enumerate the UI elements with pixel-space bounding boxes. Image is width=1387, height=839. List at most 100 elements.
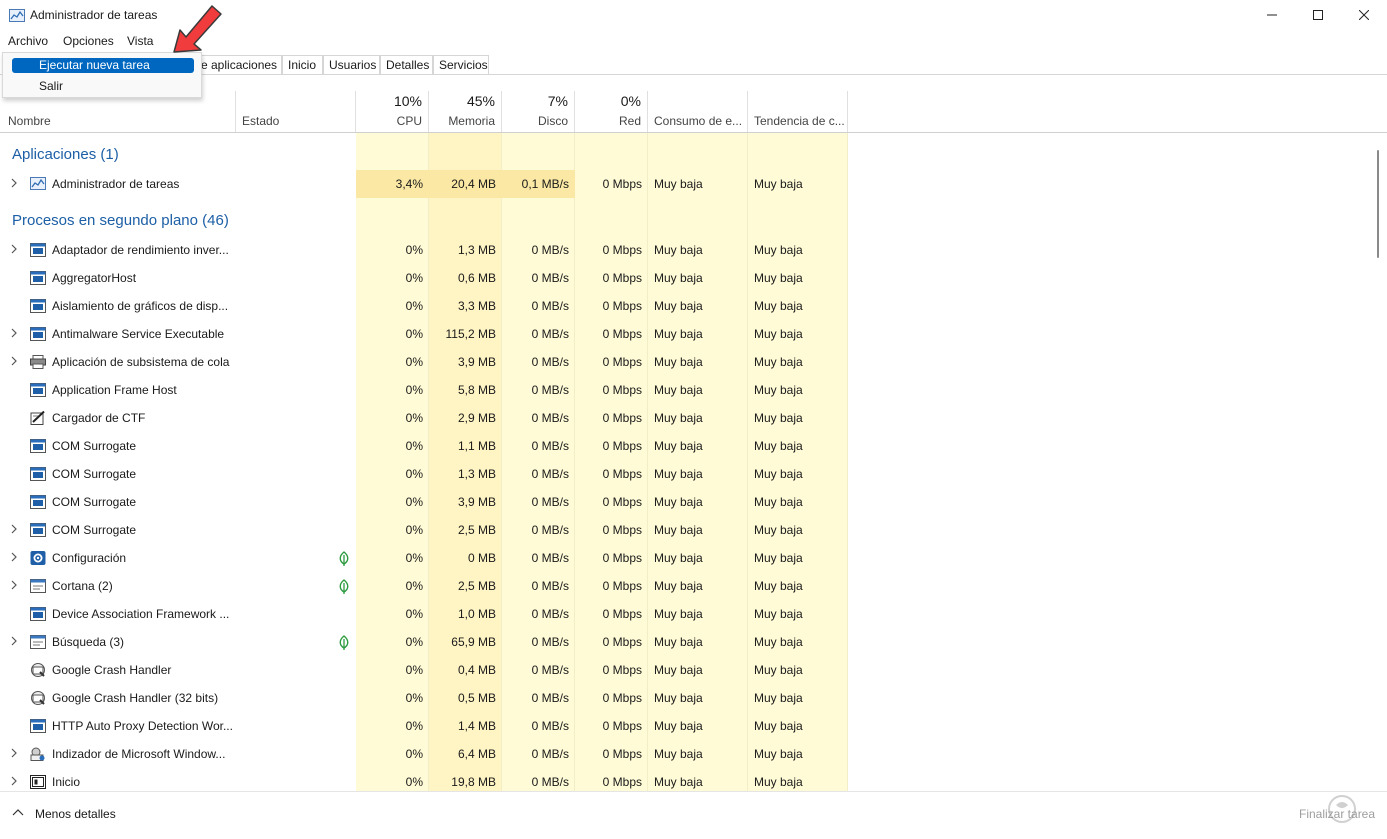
tab-inicio[interactable]: Inicio [282,55,323,75]
process-row[interactable]: Google Crash Handler (32 bits) 0% 0,5 MB 0 … [0,684,1387,712]
memory-value: 20,4 MB [451,177,496,191]
network-value: 0 Mbps [602,327,642,341]
col-cpu[interactable]: 10% CPU [356,91,429,132]
chevron-right-icon[interactable] [10,243,18,255]
col-estado[interactable]: Estado [236,91,356,132]
col-consumo[interactable]: Consumo de e... [648,91,748,132]
minimize-icon [1267,14,1277,16]
network-value: 0 Mbps [602,439,642,453]
process-row[interactable]: Aislamiento de gráficos de disp... 0% 3,3 … [0,292,1387,320]
process-row[interactable]: Antimalware Service Executable 0% 115,2 MB… [0,320,1387,348]
chevron-right-icon[interactable] [10,551,18,563]
network-value: 0 Mbps [602,271,642,285]
memory-value: 2,5 MB [457,523,496,537]
network-total: 0% [620,93,641,109]
close-button[interactable] [1341,0,1387,30]
disk-value: 0 MB/s [531,271,569,285]
disk-value: 0 MB/s [531,327,569,341]
maximize-button[interactable] [1295,0,1341,30]
tab-detalles[interactable]: Detalles [380,55,433,75]
less-details-link[interactable]: Menos detalles [35,807,116,821]
power-usage-value: Muy baja [654,663,703,677]
chevron-right-icon[interactable] [10,579,18,591]
process-row[interactable]: Administrador de tareas 3,4% 20,4 MB 0,1 MB… [0,170,1387,198]
google-update-icon [31,691,45,705]
menu-opciones[interactable]: Opciones [63,34,114,48]
col-red-label: Red [618,114,641,128]
process-row[interactable]: AggregatorHost 0% 0,6 MB 0 MB/s 0 Mbps Muy ba… [0,264,1387,292]
process-list: Aplicaciones (1) Procesos en segundo pla… [0,133,1387,791]
power-trend-value: Muy baja [754,327,803,341]
process-row[interactable]: COM Surrogate 0% 1,1 MB 0 MB/s 0 Mbps Muy baj… [0,432,1387,460]
chevron-up-icon[interactable] [12,808,24,816]
service-icon [30,383,46,397]
power-trend-value: Muy baja [754,299,803,313]
col-tendencia[interactable]: Tendencia de c... [748,91,848,132]
network-value: 0 Mbps [602,691,642,705]
process-row[interactable]: Búsqueda (3) 0% 65,9 MB 0 MB/s 0 Mbps Muy baj… [0,628,1387,656]
process-name: Adaptador de rendimiento inver... [52,243,229,257]
process-row[interactable]: Aplicación de subsistema de cola 0% 3,9 MB… [0,348,1387,376]
cpu-value: 0% [405,439,423,453]
process-row[interactable]: COM Surrogate 0% 3,9 MB 0 MB/s 0 Mbps Muy baj… [0,488,1387,516]
process-row[interactable]: COM Surrogate 0% 2,5 MB 0 MB/s 0 Mbps Muy baj… [0,516,1387,544]
process-row[interactable]: Configuración 0% 0 MB 0 MB/s 0 Mbps Muy baja M… [0,544,1387,572]
menu-vista[interactable]: Vista [127,34,153,48]
tab-usuarios[interactable]: Usuarios [323,55,380,75]
disk-total: 7% [547,93,568,109]
process-row[interactable]: Indizador de Microsoft Window... 0% 6,4 MB… [0,740,1387,768]
efficiency-mode-leaf-icon [338,635,350,650]
process-row[interactable]: Device Association Framework ... 0% 1,0 MB… [0,600,1387,628]
disk-value: 0 MB/s [531,607,569,621]
process-name: COM Surrogate [52,523,137,537]
cpu-value: 0% [405,775,423,789]
chevron-right-icon[interactable] [10,523,18,535]
chevron-right-icon[interactable] [10,747,18,759]
chevron-right-icon[interactable] [10,775,18,787]
process-row[interactable]: Adaptador de rendimiento inver... 0% 1,3 M… [0,236,1387,264]
tab-servicios[interactable]: Servicios [433,55,489,75]
col-memoria[interactable]: 45% Memoria [429,91,502,132]
chevron-right-icon[interactable] [10,635,18,647]
network-value: 0 Mbps [602,467,642,481]
minimize-button[interactable] [1249,0,1295,30]
network-value: 0 Mbps [602,177,642,191]
process-name: Cortana (2) [52,579,113,593]
col-disco[interactable]: 7% Disco [502,91,575,132]
disk-value: 0 MB/s [531,383,569,397]
chevron-right-icon[interactable] [10,177,18,189]
chevron-right-icon[interactable] [10,355,18,367]
process-name: Cargador de CTF [52,411,146,425]
col-tendencia-label: Tendencia de c... [754,114,845,128]
process-row[interactable]: Inicio 0% 19,8 MB 0 MB/s 0 Mbps Muy baja Muy b… [0,768,1387,791]
process-row[interactable]: Application Frame Host 0% 5,8 MB 0 MB/s 0 Mb… [0,376,1387,404]
process-name: Device Association Framework ... [52,607,230,621]
process-row[interactable]: COM Surrogate 0% 1,3 MB 0 MB/s 0 Mbps Muy baj… [0,460,1387,488]
menu-salir[interactable]: Salir [12,79,194,94]
cpu-value: 0% [405,495,423,509]
process-row[interactable]: Google Crash Handler 0% 0,4 MB 0 MB/s 0 Mbps… [0,656,1387,684]
cpu-value: 0% [405,635,423,649]
power-usage-value: Muy baja [654,747,703,761]
memory-value: 65,9 MB [451,635,496,649]
maximize-icon [1313,10,1323,20]
menu-ejecutar-nueva-tarea[interactable]: Ejecutar nueva tarea [12,58,194,73]
col-red[interactable]: 0% Red [575,91,648,132]
process-name: HTTP Auto Proxy Detection Wor... [52,719,233,733]
menu-archivo[interactable]: Archivo [8,34,48,48]
process-row[interactable]: Cargador de CTF 0% 2,9 MB 0 MB/s 0 Mbps Muy b… [0,404,1387,432]
power-trend-value: Muy baja [754,177,803,191]
power-trend-value: Muy baja [754,579,803,593]
memory-value: 3,3 MB [457,299,496,313]
disk-value: 0,1 MB/s [521,177,569,191]
chevron-right-icon[interactable] [10,327,18,339]
network-value: 0 Mbps [602,495,642,509]
process-row[interactable]: Cortana (2) 0% 2,5 MB 0 MB/s 0 Mbps Muy baja M… [0,572,1387,600]
col-memoria-label: Memoria [448,114,495,128]
memory-value: 115,2 MB [445,327,496,341]
efficiency-mode-leaf-icon [338,551,350,566]
ctf-pen-icon [30,411,45,425]
pointer-arrow-icon [173,5,222,53]
power-usage-value: Muy baja [654,551,703,565]
process-row[interactable]: HTTP Auto Proxy Detection Wor... 0% 1,4 MB… [0,712,1387,740]
